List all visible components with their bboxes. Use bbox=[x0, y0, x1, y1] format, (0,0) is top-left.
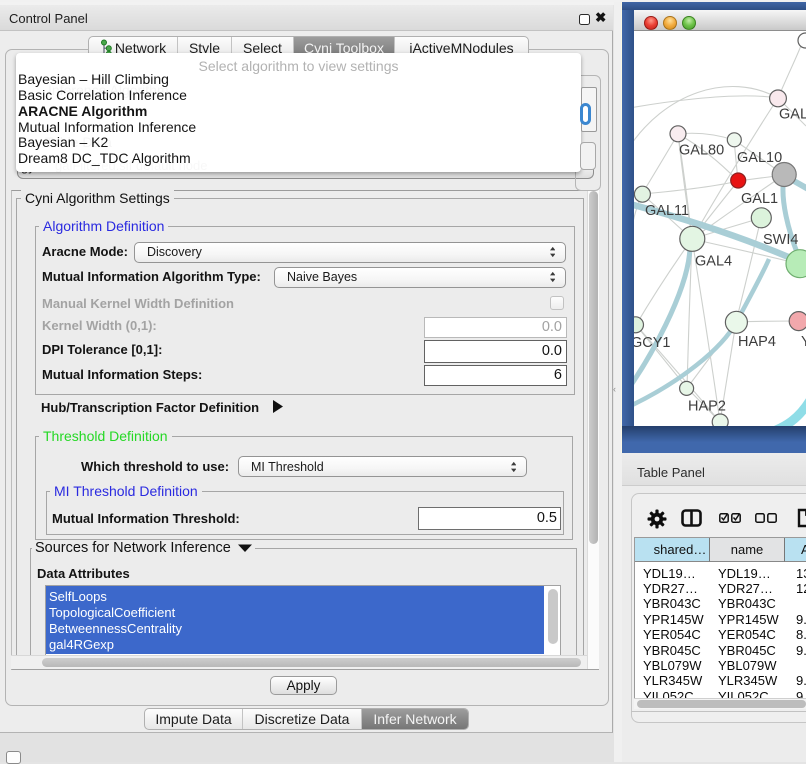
svg-text:GAL2: GAL2 bbox=[779, 107, 806, 123]
svg-text:GAL11: GAL11 bbox=[645, 203, 689, 219]
svg-text:YM: YM bbox=[801, 334, 806, 350]
svg-text:SWI4: SWI4 bbox=[763, 232, 798, 248]
svg-text:GAL1: GAL1 bbox=[741, 191, 778, 207]
svg-text:GAL80: GAL80 bbox=[679, 143, 724, 159]
svg-text:HAP4: HAP4 bbox=[738, 334, 776, 350]
svg-text:GAL4: GAL4 bbox=[695, 254, 732, 270]
svg-text:HAP2: HAP2 bbox=[688, 399, 726, 415]
svg-text:GCY1: GCY1 bbox=[634, 335, 671, 351]
svg-text:GAL10: GAL10 bbox=[737, 150, 782, 166]
